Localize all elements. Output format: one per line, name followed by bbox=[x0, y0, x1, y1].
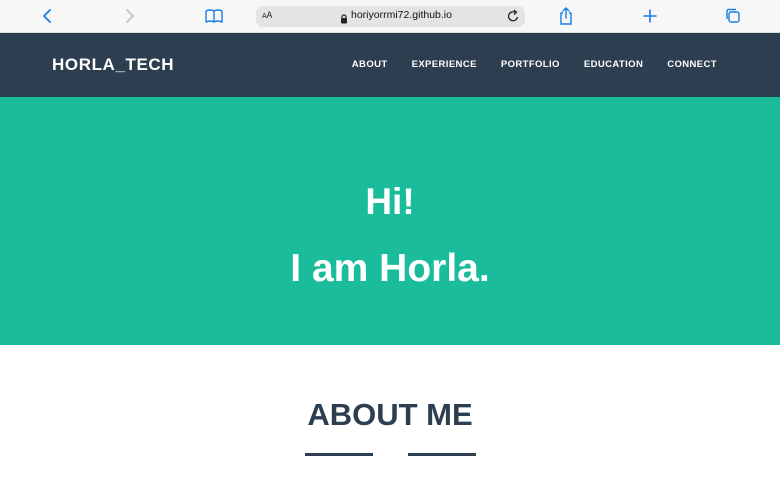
divider-right bbox=[408, 453, 476, 456]
back-icon[interactable] bbox=[38, 7, 56, 25]
hero-section: Hi! I am Horla. bbox=[0, 97, 780, 345]
address-bar[interactable]: AA horiyorrmi72.github.io bbox=[256, 6, 525, 27]
nav-link-about[interactable]: ABOUT bbox=[352, 59, 388, 70]
lock-icon bbox=[340, 11, 348, 29]
browser-toolbar: AA horiyorrmi72.github.io bbox=[0, 0, 780, 33]
share-icon[interactable] bbox=[557, 7, 575, 25]
url-text: horiyorrmi72.github.io bbox=[351, 9, 452, 21]
tabs-icon[interactable] bbox=[724, 7, 742, 25]
brand-logo[interactable]: HORLA_TECH bbox=[52, 55, 174, 75]
bookmarks-icon[interactable] bbox=[205, 7, 223, 25]
about-heading: ABOUT ME bbox=[307, 397, 473, 432]
nav-link-portfolio[interactable]: PORTFOLIO bbox=[501, 59, 560, 70]
hero-intro: I am Horla. bbox=[290, 247, 490, 290]
hero-greeting: Hi! bbox=[365, 181, 415, 222]
nav-links: ABOUT EXPERIENCE PORTFOLIO EDUCATION CON… bbox=[328, 59, 717, 70]
forward-icon[interactable] bbox=[121, 7, 139, 25]
new-tab-icon[interactable] bbox=[641, 7, 659, 25]
site-navbar: HORLA_TECH ABOUT EXPERIENCE PORTFOLIO ED… bbox=[0, 33, 780, 97]
nav-link-experience[interactable]: EXPERIENCE bbox=[412, 59, 477, 70]
reload-icon[interactable] bbox=[507, 9, 520, 28]
nav-link-education[interactable]: EDUCATION bbox=[584, 59, 643, 70]
text-size-large-label: A bbox=[266, 10, 273, 20]
nav-link-connect[interactable]: CONNECT bbox=[667, 59, 717, 70]
divider-left bbox=[305, 453, 373, 456]
text-size-button[interactable]: AA bbox=[262, 10, 272, 20]
